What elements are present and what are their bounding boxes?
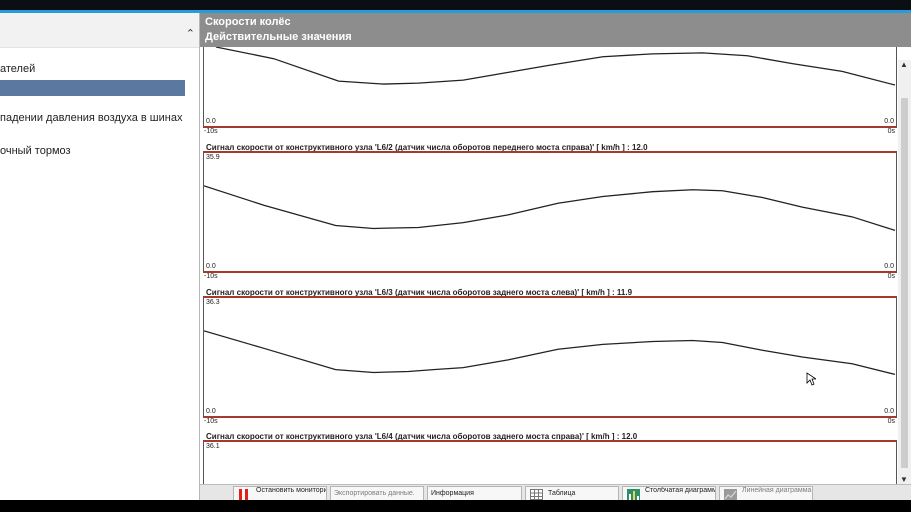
- chart-3-ymin-label: 0.0: [206, 408, 216, 415]
- chart-3-x-start: -10s: [204, 418, 218, 425]
- chart-3-x-end: 0s: [887, 418, 895, 425]
- chart-2-ymin-right-label: 0.0: [884, 263, 894, 270]
- line-chart-label: Линейная диаграмма: [742, 487, 812, 494]
- chart-4: Сигнал скорости от конструктивного узла …: [203, 432, 897, 484]
- chart-2: Сигнал скорости от конструктивного узла …: [203, 143, 897, 288]
- chart-4-ymax-label: 36.1: [206, 443, 220, 450]
- panel-subtitle: Действительные значения: [205, 31, 352, 43]
- chart-3-ymax-label: 36.3: [206, 299, 220, 306]
- bar-chart-label: Столбчатая диаграмма: [645, 487, 716, 494]
- bar-chart-icon: [627, 489, 640, 500]
- panel-title: Скорости колёс: [205, 16, 291, 28]
- collapse-chevron-up-icon[interactable]: ⌃: [186, 27, 195, 40]
- chart-2-ymax-label: 35.9: [206, 154, 220, 161]
- scrollbar-thumb[interactable]: [901, 98, 908, 468]
- chart-1-curve-svg: [215, 47, 896, 86]
- mouse-cursor-icon: [806, 372, 816, 386]
- vertical-scrollbar[interactable]: ▲ ▼: [898, 60, 911, 484]
- left-item-3[interactable]: падении давления воздуха в шинах: [0, 112, 182, 124]
- chart-4-plot: 36.1: [203, 440, 897, 484]
- left-item-4[interactable]: очный тормоз: [0, 145, 71, 157]
- line-chart-button[interactable]: Линейная диаграмма: [719, 486, 813, 501]
- bar-chart-button[interactable]: Столбчатая диаграмма: [622, 486, 716, 501]
- line-chart-icon: [724, 489, 737, 500]
- chart-2-plot: 35.9 0.0 0.0: [203, 151, 897, 273]
- chart-3-ymin-right-label: 0.0: [884, 408, 894, 415]
- scroll-down-chevron-icon[interactable]: ▼: [900, 475, 908, 484]
- scroll-up-chevron-icon[interactable]: ▲: [900, 60, 908, 69]
- stop-monitoring-label: Остановить мониторинг: [256, 487, 327, 494]
- export-data-label: Экспортировать данные.: [334, 490, 415, 497]
- left-panel: ⌃ ателей падении давления воздуха в шина…: [0, 13, 200, 500]
- right-panel-header: Скорости колёс Действительные значения: [200, 13, 911, 47]
- chart-1-x-end: 0s: [887, 128, 895, 135]
- chart-1-ymin-right-label: 0.0: [884, 118, 894, 125]
- table-label: Таблица: [548, 490, 576, 497]
- left-panel-header: ⌃: [0, 13, 199, 48]
- chart-1-plot: 0.0 0.0: [203, 47, 897, 128]
- stop-monitoring-button[interactable]: Остановить мониторинг: [233, 486, 327, 501]
- window-bottom-bar: [0, 500, 911, 512]
- chart-2-ymin-label: 0.0: [206, 263, 216, 270]
- chart-1-ymin-label: 0.0: [206, 118, 216, 125]
- window-top-bar: [0, 0, 911, 13]
- chart-3: Сигнал скорости от конструктивного узла …: [203, 288, 897, 433]
- bottom-toolbar: Остановить мониторинг Экспортировать дан…: [200, 484, 911, 501]
- chart-1: 0.0 0.0 -10s 0s: [203, 47, 897, 143]
- table-grid-icon: [530, 489, 543, 500]
- chart-2-curve-svg: [204, 185, 896, 231]
- right-panel: Скорости колёс Действительные значения 0…: [200, 13, 911, 484]
- table-button[interactable]: Таблица: [525, 486, 619, 501]
- chart-3-curve-svg: [204, 330, 896, 376]
- chart-1-x-start: -10s: [204, 128, 218, 135]
- left-item-1[interactable]: ателей: [0, 63, 35, 75]
- info-button[interactable]: Информация: [427, 486, 522, 501]
- info-label: Информация: [431, 490, 474, 497]
- export-data-button[interactable]: Экспортировать данные.: [330, 486, 424, 501]
- stop-bars-icon: [238, 489, 249, 500]
- left-item-selected[interactable]: [0, 80, 185, 96]
- chart-3-plot: 36.3 0.0 0.0: [203, 296, 897, 418]
- chart-2-x-end: 0s: [887, 273, 895, 280]
- chart-2-x-start: -10s: [204, 273, 218, 280]
